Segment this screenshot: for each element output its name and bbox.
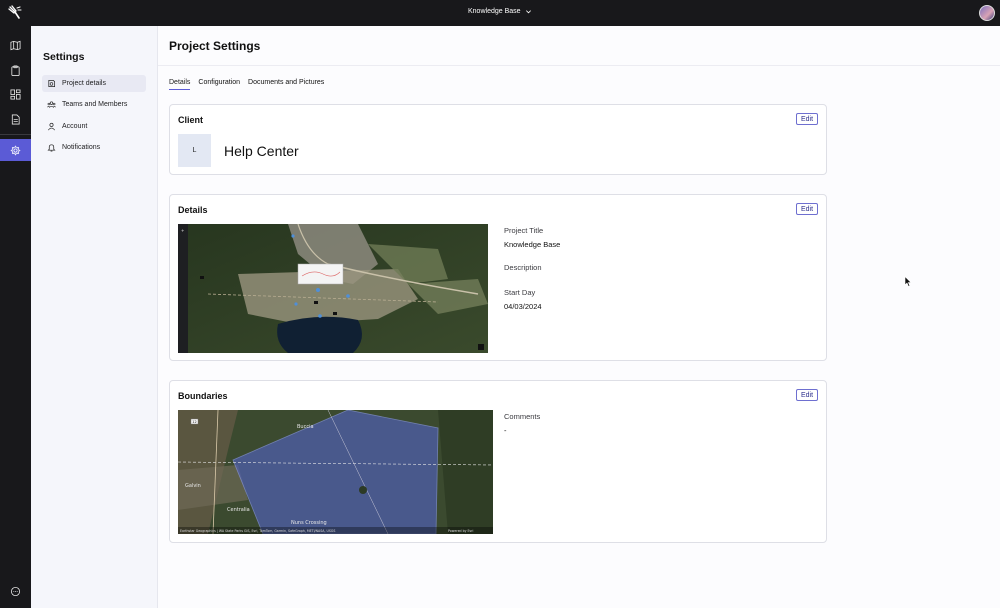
client-card-title: Client (178, 115, 204, 125)
svg-text:+: + (181, 228, 184, 233)
user-avatar[interactable] (979, 5, 995, 21)
tab-details[interactable]: Details (169, 79, 191, 90)
comments-label: Comments (504, 412, 541, 421)
page-title: Project Settings (169, 39, 261, 53)
project-title-value: Knowledge Base (504, 240, 561, 249)
details-edit-button[interactable]: Edit (796, 203, 818, 215)
workspace-label: Knowledge Base (468, 8, 521, 15)
description-label: Description (504, 263, 542, 272)
map-label-crossing: Nuns Crossing (291, 520, 327, 526)
sidebar-title: Settings (43, 51, 85, 63)
app-logo-icon[interactable] (8, 5, 22, 19)
document-icon[interactable] (8, 112, 23, 127)
project-icon (48, 79, 56, 88)
map-label-town-north: Buccia (297, 424, 314, 430)
workspace-switcher[interactable]: Knowledge Base (468, 8, 532, 15)
sidebar-item-teams[interactable]: Teams and Members (42, 96, 146, 113)
tab-configuration[interactable]: Configuration (198, 79, 240, 90)
settings-tabs: Details Configuration Documents and Pict… (169, 79, 324, 90)
sidebar-item-label: Account (62, 123, 88, 130)
map-label-highway: 12 (192, 420, 196, 424)
start-day-label: Start Day (504, 288, 536, 297)
mouse-cursor-icon (904, 275, 912, 287)
settings-icon[interactable] (8, 143, 23, 158)
boundaries-edit-button[interactable]: Edit (796, 389, 818, 401)
details-card-title: Details (178, 205, 208, 215)
tab-documents-pictures[interactable]: Documents and Pictures (248, 79, 324, 90)
client-card: Client Edit L Help Center (169, 104, 827, 175)
map-attribution: Earthstar Geographics | WA State Parks G… (180, 529, 335, 533)
project-satellite-map[interactable]: + (178, 224, 488, 353)
client-logo-letter: L (192, 147, 197, 154)
sidebar-item-notifications[interactable]: Notifications (42, 139, 146, 156)
map-label-town-south: Centralia (227, 507, 250, 513)
sidebar-item-account[interactable]: Account (42, 118, 146, 135)
clipboard-icon[interactable] (8, 63, 23, 78)
dashboard-icon[interactable] (8, 87, 23, 102)
user-icon (48, 122, 55, 131)
sidebar-item-label: Notifications (62, 144, 101, 151)
details-card: Details Edit + Project Title Knowledge B… (169, 194, 827, 361)
chevron-down-icon (525, 10, 531, 14)
sidebar-item-label: Project details (62, 80, 106, 87)
project-title-label: Project Title (504, 226, 544, 235)
team-icon (47, 101, 56, 108)
client-logo: L (178, 134, 211, 167)
boundaries-card: Boundaries Edit Buccia Galvin Centralia … (169, 380, 827, 543)
boundaries-card-title: Boundaries (178, 391, 228, 401)
sidebar-item-project-details[interactable]: Project details (42, 75, 146, 92)
top-bar: Knowledge Base (0, 0, 1000, 26)
rail-divider (0, 134, 31, 135)
comments-value: - (504, 426, 507, 435)
chat-icon[interactable] (8, 584, 23, 599)
map-powered-by: Powered by Esri (448, 529, 473, 533)
settings-sidebar: Settings Project details Teams and Membe… (31, 26, 158, 608)
map-icon[interactable] (8, 38, 23, 53)
bell-icon (47, 144, 56, 152)
start-day-value: 04/03/2024 (504, 302, 542, 311)
boundaries-map[interactable]: Buccia Galvin Centralia Nuns Crossing 12… (178, 410, 493, 534)
nav-rail (0, 26, 31, 608)
map-label-town-west: Galvin (185, 483, 201, 489)
header-divider (158, 65, 1000, 66)
main-content: Project Settings Details Configuration D… (158, 26, 1000, 608)
client-name: Help Center (224, 143, 299, 159)
sidebar-item-label: Teams and Members (62, 101, 128, 108)
client-edit-button[interactable]: Edit (796, 113, 818, 125)
